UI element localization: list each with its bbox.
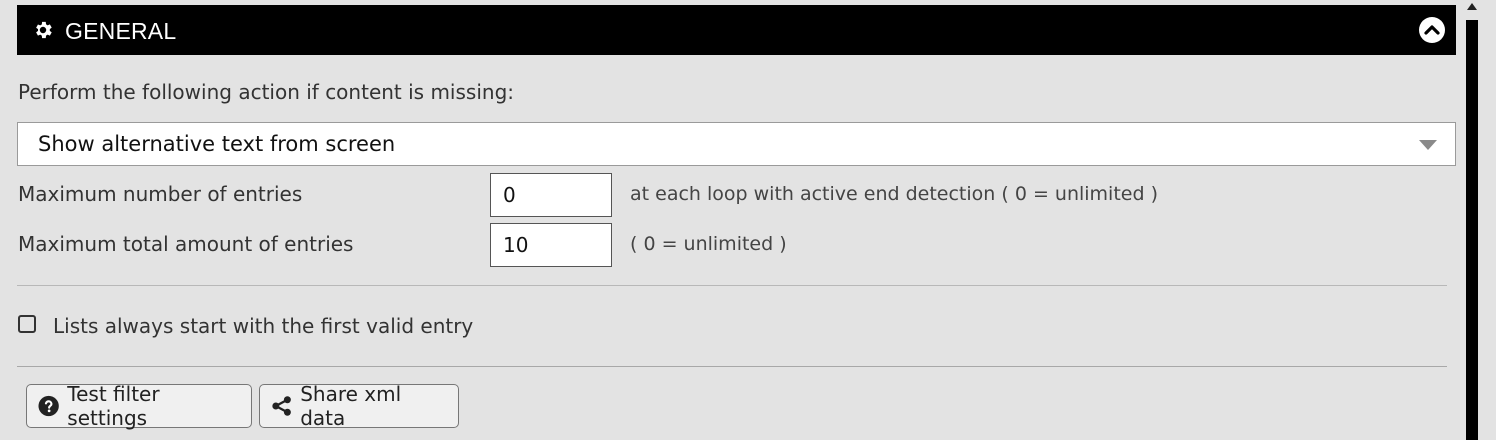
missing-content-selected-value: Show alternative text from screen xyxy=(38,132,396,156)
divider xyxy=(17,366,1447,367)
missing-content-select[interactable]: Show alternative text from screen xyxy=(17,122,1456,166)
max-total-hint: ( 0 = unlimited ) xyxy=(630,233,787,255)
max-entries-label: Maximum number of entries xyxy=(18,182,303,206)
max-entries-input[interactable] xyxy=(490,173,612,217)
max-total-input[interactable] xyxy=(490,223,612,267)
test-filter-settings-label: Test filter settings xyxy=(67,382,160,430)
vertical-scrollbar[interactable] xyxy=(1465,0,1479,440)
share-xml-data-label: Share xml data xyxy=(300,382,402,430)
chevron-up-icon xyxy=(1424,25,1440,35)
general-panel-header: GENERAL xyxy=(17,5,1456,55)
test-filter-settings-button[interactable]: Test filter settings xyxy=(26,382,252,430)
gear-icon xyxy=(36,21,52,39)
max-total-label: Maximum total amount of entries xyxy=(18,232,354,256)
share-icon xyxy=(272,396,291,416)
missing-content-label: Perform the following action if content … xyxy=(18,80,514,104)
scrollbar-thumb[interactable] xyxy=(1466,20,1478,440)
question-circle-icon xyxy=(38,395,59,417)
lists-start-label[interactable]: Lists always start with the first valid … xyxy=(53,314,473,338)
lists-start-checkbox[interactable] xyxy=(18,315,36,333)
scroll-up-arrow-icon[interactable] xyxy=(1467,3,1477,10)
dropdown-arrow-icon xyxy=(1419,140,1437,150)
panel-title: GENERAL xyxy=(65,18,177,44)
share-xml-data-button[interactable]: Share xml data xyxy=(259,382,459,430)
collapse-button[interactable] xyxy=(1419,17,1445,43)
divider xyxy=(17,285,1447,286)
max-entries-hint: at each loop with active end detection (… xyxy=(630,183,1158,205)
